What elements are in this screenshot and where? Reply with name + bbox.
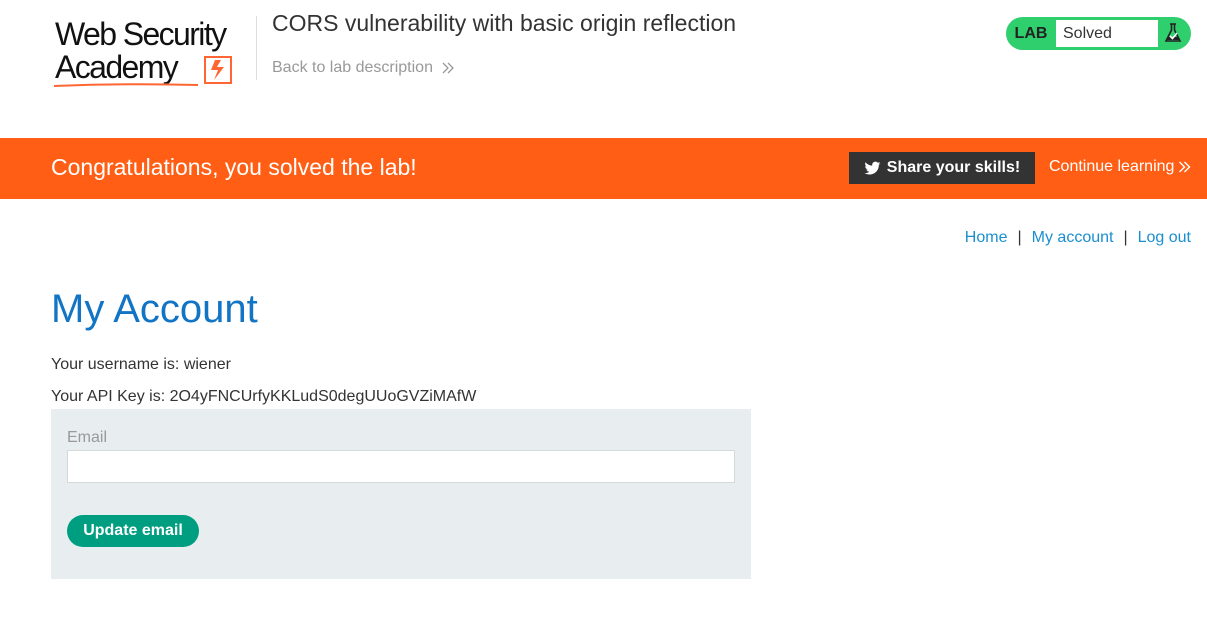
lab-title: CORS vulnerability with basic origin ref… [272, 10, 737, 36]
double-chevron-right-icon [442, 62, 454, 74]
share-your-skills-button[interactable]: Share your skills! [849, 152, 1035, 184]
email-label: Email [67, 429, 108, 446]
email-input[interactable] [67, 450, 735, 483]
nav-separator: | [1017, 229, 1022, 246]
back-to-lab-description-link[interactable]: Back to lab description [272, 59, 455, 77]
back-link-label: Back to lab description [272, 59, 433, 76]
change-email-form: Email Update email [51, 409, 751, 579]
username-text: Your username is: wiener [51, 356, 231, 373]
lightning-bolt-icon [204, 56, 232, 84]
twitter-bird-icon [864, 161, 881, 175]
nav-separator: | [1123, 229, 1128, 246]
logo-text-line1: Web Security [55, 16, 227, 52]
lab-status-widget: LAB Solved [1006, 17, 1191, 50]
nav-my-account-link[interactable]: My account [1032, 229, 1114, 247]
logo-text-line2: Academy [55, 49, 179, 85]
flask-check-icon [1164, 23, 1182, 42]
banner-message: Congratulations, you solved the lab! [51, 154, 417, 180]
page-title: My Account [51, 287, 258, 331]
logo-underline [53, 83, 199, 87]
continue-learning-link[interactable]: Continue learning [1049, 158, 1191, 176]
continue-learning-label: Continue learning [1049, 158, 1175, 175]
share-button-label: Share your skills! [886, 159, 1021, 176]
nav-home-link[interactable]: Home [965, 229, 1008, 247]
api-key-text: Your API Key is: 2O4yFNCUrfyKKLudS0degUU… [51, 388, 477, 405]
lab-badge: LAB [1014, 25, 1048, 42]
web-security-academy-logo[interactable]: Web Security Academy [52, 16, 247, 90]
lab-solved-banner: Congratulations, you solved the lab! Sha… [0, 138, 1207, 199]
header-divider [256, 16, 257, 80]
top-navigation: Home | My account | Log out [965, 229, 1191, 247]
lab-status-text: Solved [1056, 20, 1158, 47]
page-header: Web Security Academy CORS vulnerability … [0, 0, 1207, 138]
update-email-button[interactable]: Update email [67, 515, 199, 547]
nav-log-out-link[interactable]: Log out [1138, 229, 1191, 247]
double-chevron-right-icon [1179, 161, 1191, 173]
